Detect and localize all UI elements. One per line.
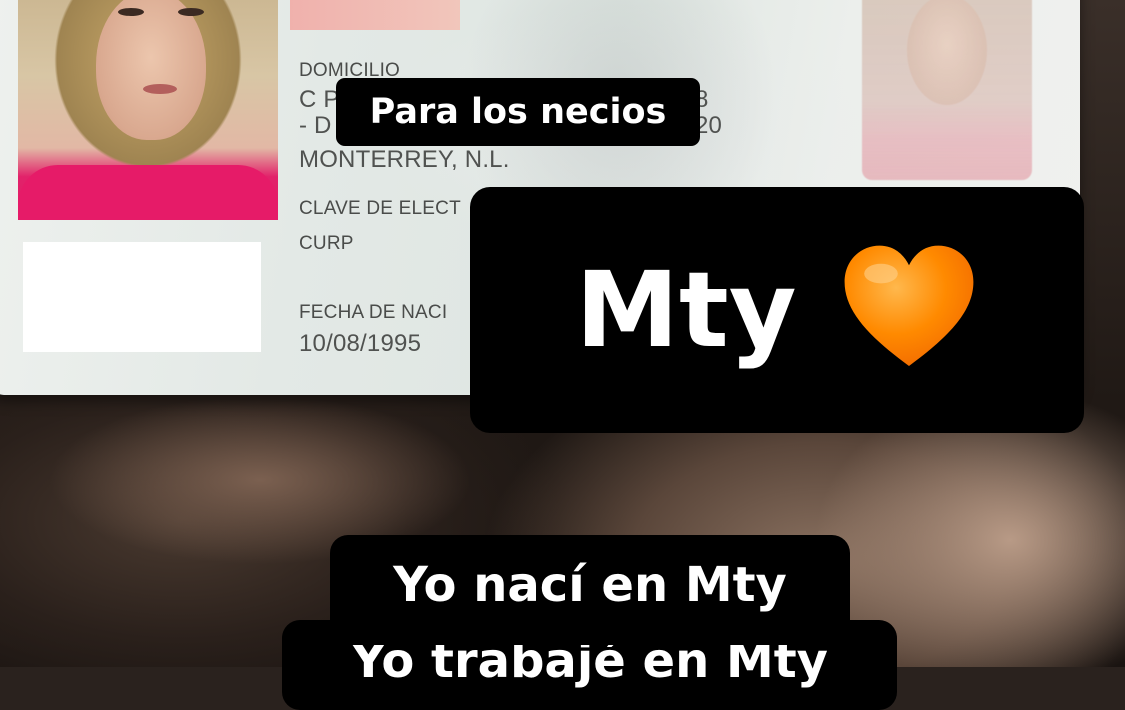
card-header-strip (290, 0, 460, 30)
orange-heart-icon (844, 245, 973, 366)
curp-label: CURP (299, 233, 354, 254)
caption-mty-text: Mty (575, 249, 797, 371)
city-text: MONTERREY, N.L. (299, 146, 510, 173)
caption-line-1: Yo nací en Mty (330, 535, 850, 645)
address-line-1: C P (299, 86, 340, 113)
caption-para-los-necios: Para los necios (336, 78, 700, 146)
fecha-nacimiento-value: 10/08/1995 (299, 330, 422, 357)
clave-elector-label: CLAVE DE ELECT (299, 198, 461, 219)
address-line-2: - D (299, 112, 332, 139)
caption-mty: Mty (470, 187, 1084, 433)
redaction-box (23, 242, 261, 352)
ghost-photo (862, 0, 1032, 180)
id-photo (18, 0, 278, 220)
fecha-nacimiento-label: FECHA DE NACI (299, 302, 448, 323)
